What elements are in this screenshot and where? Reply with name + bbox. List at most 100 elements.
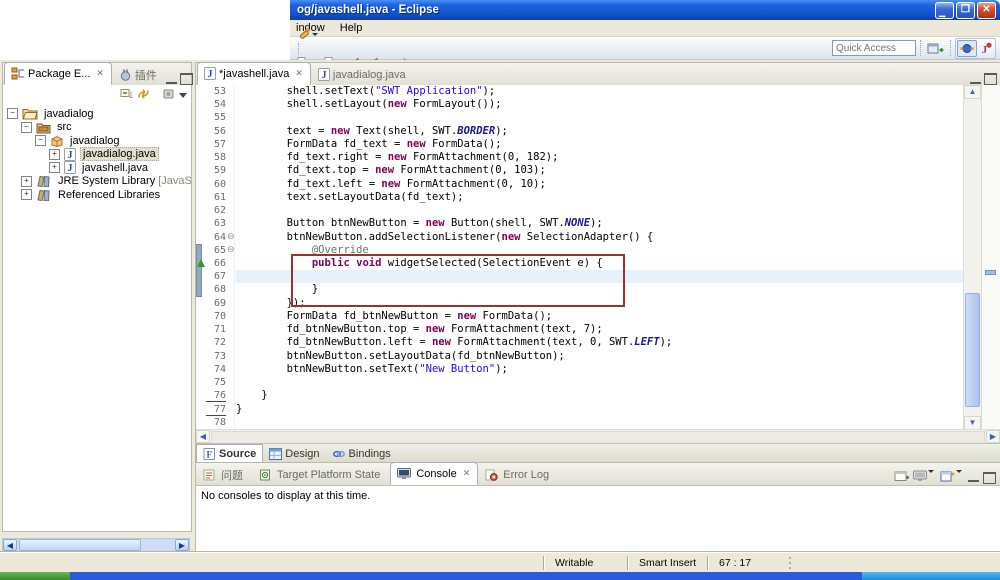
explorer-scroll-thumb[interactable] <box>19 539 141 551</box>
collapse-all-button[interactable] <box>120 88 133 103</box>
fold-collapse-icon[interactable]: ⊖ <box>227 231 235 242</box>
scroll-right-icon[interactable]: ▶ <box>986 430 1000 443</box>
code-line: 75 <box>196 376 963 389</box>
tree-item[interactable]: − javadialog <box>7 107 96 121</box>
collapse-icon[interactable]: − <box>7 108 18 119</box>
line-number: 78 <box>206 417 226 428</box>
minimize-view-icon[interactable] <box>166 75 177 84</box>
collapse-icon[interactable]: − <box>35 135 46 146</box>
code-text: fd_text.left = new FormAttachment(0, 10)… <box>236 178 546 191</box>
focus-button[interactable] <box>162 88 175 103</box>
code-editor[interactable]: 53 shell.setText("SWT Application");54 s… <box>196 85 1000 429</box>
tree-item[interactable]: +JRE System Library [JavaSE-1. <box>21 175 191 189</box>
editor-horizontal-scrollbar[interactable]: ◀ ▶ <box>196 429 1000 444</box>
code-text: btnNewButton.setText("New Button"); <box>236 363 508 376</box>
status-insert-mode: Smart Insert <box>629 557 707 569</box>
minimize-button[interactable]: ▁ <box>935 2 954 19</box>
expand-icon[interactable]: + <box>49 149 60 160</box>
link-with-editor-button[interactable] <box>137 88 150 103</box>
tab-bindings[interactable]: Bindings <box>326 445 397 462</box>
code-text: fd_btnNewButton.top = new FormAttachment… <box>236 323 603 336</box>
tree-item[interactable]: +Jjavadialog.java <box>49 148 159 162</box>
line-number: 77 <box>206 404 226 416</box>
line-number: 67 <box>206 271 226 282</box>
quick-access-input[interactable] <box>832 40 916 56</box>
line-number: 69 <box>206 298 226 309</box>
view-menu-button[interactable] <box>179 89 187 101</box>
code-text: text.setLayoutData(fd_text); <box>236 191 464 204</box>
package-icon <box>50 135 64 147</box>
new-console-view-button[interactable] <box>940 470 964 485</box>
scroll-up-icon[interactable]: ▲ <box>964 85 981 99</box>
console-tab[interactable]: Error Log <box>479 464 558 485</box>
console-tab[interactable]: 问题 <box>197 464 252 485</box>
code-line: 74 btnNewButton.setText("New Button"); <box>196 363 963 376</box>
console-tab[interactable]: Console✕ <box>390 462 478 485</box>
close-icon[interactable]: ✕ <box>294 68 304 79</box>
svg-text:J: J <box>68 163 73 174</box>
workbench-body: Package E... ✕ 插件 −javadialog−src−javadi… <box>0 60 1000 572</box>
tab-plugins[interactable]: 插件 <box>113 64 166 85</box>
svg-text:F: F <box>206 449 212 459</box>
code-text: btnNewButton.addSelectionListener(new Se… <box>236 231 653 244</box>
maximize-view-icon[interactable] <box>180 73 193 85</box>
editor-tab-label: *javashell.java <box>219 68 289 80</box>
tree-item[interactable]: −src <box>21 121 74 135</box>
display-console-button[interactable] <box>913 470 936 485</box>
collapse-icon[interactable]: − <box>21 122 32 133</box>
minimize-view-icon[interactable] <box>968 473 979 482</box>
dropdown-arrow-icon[interactable] <box>956 470 962 485</box>
vertical-scroll-thumb[interactable] <box>965 293 980 407</box>
code-text: fd_text.right = new FormAttachment(0, 18… <box>236 151 558 164</box>
java-perspective-button[interactable]: J <box>977 41 994 56</box>
tree-item[interactable]: +Jjavashell.java <box>49 161 150 175</box>
tab-source[interactable]: FSource <box>196 444 263 462</box>
scroll-left-icon[interactable]: ◀ <box>3 539 17 551</box>
maximize-view-icon[interactable] <box>984 73 997 85</box>
editor-vertical-scrollbar[interactable]: ▲ ▼ <box>963 85 981 430</box>
status-bar: Writable Smart Insert 67 : 17 <box>0 552 1000 573</box>
close-button[interactable]: ✕ <box>977 2 996 19</box>
start-button[interactable] <box>0 572 70 580</box>
tree-item[interactable]: +Referenced Libraries <box>21 188 162 202</box>
minimize-view-icon[interactable] <box>970 75 981 84</box>
java-ee-perspective-button[interactable] <box>957 40 977 57</box>
tree-item-label: javadialog <box>42 108 96 120</box>
code-text: fd_text.top = new FormAttachment(0, 103)… <box>236 164 546 177</box>
tree-item[interactable]: −javadialog <box>35 134 122 148</box>
line-number: 76 <box>206 390 226 402</box>
explorer-horizontal-scrollbar[interactable]: ◀ ▶ <box>2 538 190 552</box>
maximize-view-icon[interactable] <box>983 472 996 484</box>
dropdown-arrow-icon[interactable] <box>312 33 318 36</box>
status-cursor-position: 67 : 17 <box>709 557 781 569</box>
expand-icon[interactable]: + <box>21 189 32 200</box>
restore-button[interactable]: ❐ <box>956 2 975 19</box>
tab-package-explorer[interactable]: Package E... ✕ <box>4 62 112 85</box>
expand-icon[interactable]: + <box>21 176 32 187</box>
editor-area: J *javashell.java ✕ Jjavadialog.java 53 she… <box>195 62 1000 462</box>
java-file-icon: J <box>64 161 76 174</box>
line-number: 53 <box>206 86 226 97</box>
target-platform-icon <box>259 469 272 481</box>
tab-design[interactable]: Design <box>263 445 325 462</box>
scroll-right-icon[interactable]: ▶ <box>175 539 189 551</box>
line-number: 75 <box>206 377 226 388</box>
open-perspective-icon <box>927 42 944 55</box>
line-number: 60 <box>206 179 226 190</box>
scroll-left-icon[interactable]: ◀ <box>196 430 210 443</box>
window-title: og/javashell.java - Eclipse <box>290 4 935 16</box>
editor-tab[interactable]: J*javashell.java✕ <box>197 62 311 85</box>
close-icon[interactable]: ✕ <box>462 468 472 479</box>
svg-text:J: J <box>321 70 326 81</box>
scroll-down-icon[interactable]: ▼ <box>964 416 981 430</box>
open-console-button[interactable] <box>894 470 909 485</box>
dropdown-arrow-icon[interactable] <box>928 470 934 485</box>
project-icon <box>22 107 38 120</box>
editor-tab[interactable]: Jjavadialog.java <box>312 64 415 85</box>
close-icon[interactable]: ✕ <box>95 68 105 79</box>
expand-icon[interactable]: + <box>49 162 60 173</box>
search-button[interactable] <box>295 26 321 43</box>
fold-collapse-icon[interactable]: ⊖ <box>227 244 235 255</box>
console-tab[interactable]: Target Platform State <box>253 464 389 485</box>
open-perspective-button[interactable] <box>925 41 946 56</box>
